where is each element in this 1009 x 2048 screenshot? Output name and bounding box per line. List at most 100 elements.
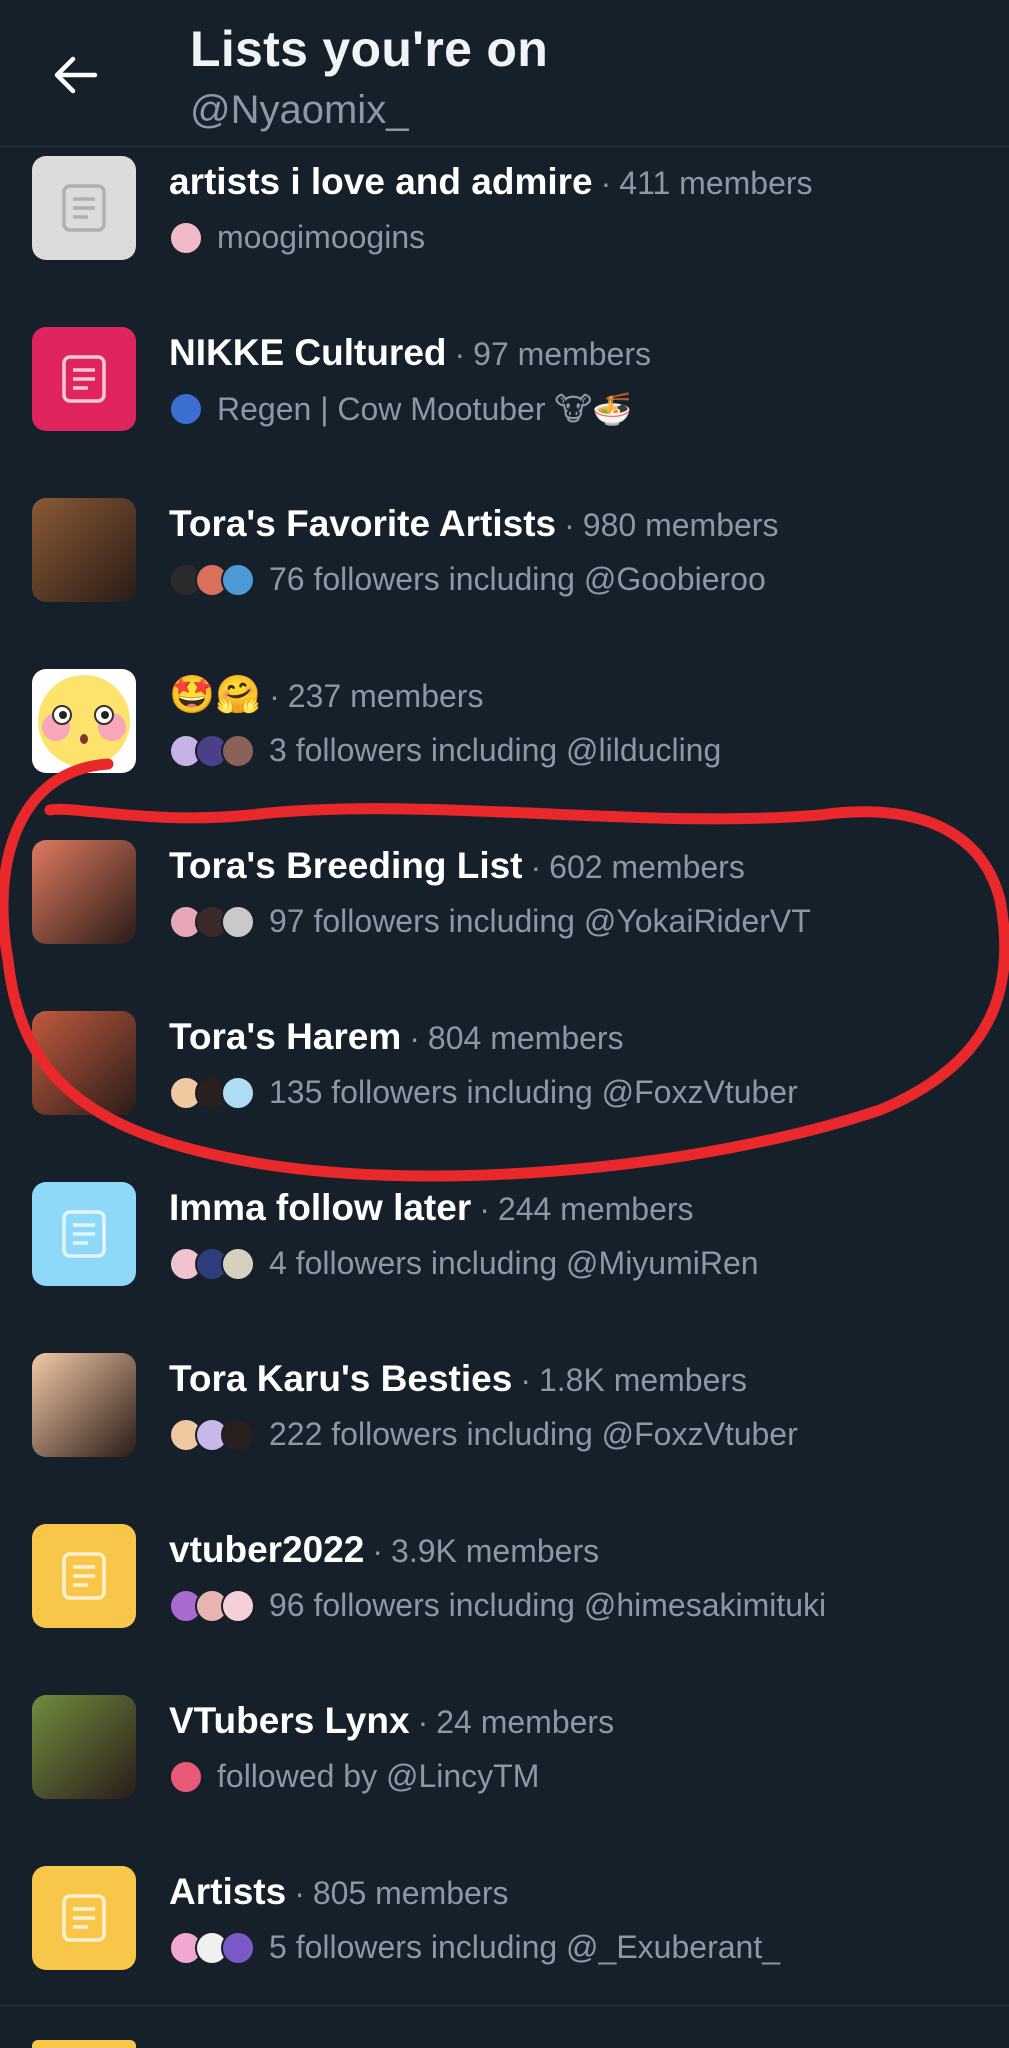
list-followers-line: moogimoogins xyxy=(169,219,425,256)
follower-avatars xyxy=(169,392,203,426)
member-count: 237 members xyxy=(287,678,484,714)
follower-avatars xyxy=(169,1930,255,1965)
list-item[interactable]: 🤩🤗 · 237 members 3 followers including @lil… xyxy=(0,660,1009,831)
page-title: Lists you're on xyxy=(190,21,549,77)
list-followers-line: 76 followers including @Goobieroo xyxy=(169,561,766,598)
list-followers-line: 96 followers including @himesakimituki xyxy=(169,1587,826,1624)
list-title-line: Tora Karu's Besties · 1.8K members xyxy=(169,1358,747,1400)
list-item[interactable]: Tora Karu's Besties · 1.8K members 222 foll… xyxy=(0,1344,1009,1515)
followers-text: 3 followers including @lilducling xyxy=(269,732,722,768)
dot-separator: · xyxy=(564,507,575,543)
dot-separator: · xyxy=(417,1704,429,1740)
dot-separator: · xyxy=(520,1362,531,1398)
member-count: 804 members xyxy=(427,1020,624,1056)
member-count: 602 members xyxy=(549,849,745,885)
list-thumbnail xyxy=(32,327,136,431)
list-thumbnail xyxy=(32,1866,136,1970)
followers-text: followed by @LincyTM xyxy=(217,1758,540,1794)
followers-text: moogimoogins xyxy=(217,219,426,255)
dot-separator: · xyxy=(372,1533,384,1569)
avatar xyxy=(221,733,255,768)
list-name: VTubers Lynx xyxy=(169,1700,410,1741)
followers-text: 4 followers including @MiyumiRen xyxy=(269,1245,759,1281)
avatar xyxy=(169,1759,203,1794)
list-item[interactable]: artists i love and admire · 411 members moo… xyxy=(0,147,1009,318)
list-title-line: vtuber2022 · 3.9K members xyxy=(169,1529,599,1571)
followers-text: 97 followers including @YokaiRiderVT xyxy=(269,903,811,939)
list-title-line: Tora's Harem · 804 members xyxy=(169,1016,624,1058)
list-followers-line: 5 followers including @_Exuberant_ xyxy=(169,1929,780,1966)
list-followers-line: 135 followers including @FoxzVtuber xyxy=(169,1074,798,1111)
list-title-line: Imma follow later · 244 members xyxy=(169,1187,694,1229)
followers-text: 96 followers including @himesakimituki xyxy=(269,1587,827,1623)
list-item[interactable]: Tora's Favorite Artists · 980 members 76 fo… xyxy=(0,489,1009,660)
list-thumbnail xyxy=(32,1524,136,1628)
list-name: vtuber2022 xyxy=(169,1529,365,1570)
list-name: Tora Karu's Besties xyxy=(169,1358,513,1399)
blush-face-icon xyxy=(38,675,130,767)
follower-avatars xyxy=(169,1246,255,1281)
list-name: artists i love and admire xyxy=(169,161,593,202)
avatar xyxy=(221,562,255,597)
member-count: 1.8K members xyxy=(538,1362,748,1398)
follower-avatars xyxy=(169,1417,255,1452)
list-thumbnail xyxy=(32,156,136,260)
avatar xyxy=(221,1246,255,1281)
follower-avatars xyxy=(169,562,255,597)
list-title-line: Tora's Favorite Artists · 980 members xyxy=(169,503,778,545)
list-title-line: NIKKE Cultured · 97 members xyxy=(169,332,651,374)
list-title-line: artists i love and admire · 411 members xyxy=(169,161,813,203)
list-icon xyxy=(62,1210,106,1258)
list-name: NIKKE Cultured xyxy=(169,332,447,373)
list-followers-line: Regen | Cow Mootuber 🐮🍜 xyxy=(169,390,632,428)
dot-separator: · xyxy=(479,1191,490,1227)
list-followers-line: 97 followers including @YokaiRiderVT xyxy=(169,903,811,940)
list-name: Tora's Breeding List xyxy=(169,845,523,886)
list-followers-line: 4 followers including @MiyumiRen xyxy=(169,1245,759,1282)
dot-separator: · xyxy=(454,336,466,372)
list-name: Tora's Harem xyxy=(169,1016,402,1057)
list-followers-line: 222 followers including @FoxzVtuber xyxy=(169,1416,798,1453)
follower-avatars xyxy=(169,1588,255,1623)
dot-separator: · xyxy=(409,1020,420,1056)
followers-text: 222 followers including @FoxzVtuber xyxy=(269,1416,798,1452)
list-title-line: 🤩🤗 · 237 members xyxy=(169,674,483,717)
avatar xyxy=(221,1930,255,1965)
list-item[interactable]: vtuber2022 · 3.9K members 96 followers incl… xyxy=(0,1515,1009,1686)
arrow-left-icon xyxy=(54,56,98,94)
list-item[interactable]: Tora's Breeding List · 602 members 97 follo… xyxy=(0,831,1009,1002)
dot-separator: · xyxy=(600,165,612,201)
list-name: Imma follow later xyxy=(169,1187,472,1228)
follower-avatars xyxy=(169,904,255,939)
list-banner-image xyxy=(32,669,136,773)
follower-avatars xyxy=(169,220,203,255)
avatar xyxy=(221,1075,255,1110)
list-item[interactable]: NIKKE Cultured · 97 members Regen | Cow Moo… xyxy=(0,318,1009,489)
list-icon xyxy=(62,184,106,232)
list-name: 🤩🤗 xyxy=(169,674,262,715)
list-item[interactable]: Artists · 805 members 5 followers including… xyxy=(0,1857,1009,2028)
list-icon xyxy=(62,355,106,403)
list-name: Tora's Favorite Artists xyxy=(169,503,557,544)
list-title-line: Artists · 805 members xyxy=(169,1871,509,1913)
list-title-line: Tora's Breeding List · 602 members xyxy=(169,845,745,887)
followers-text: 5 followers including @_Exuberant_ xyxy=(269,1929,780,1965)
list-thumbnail xyxy=(32,1182,136,1286)
followers-text: 76 followers including @Goobieroo xyxy=(269,561,766,597)
dot-separator: · xyxy=(530,849,542,885)
followers-text: 135 followers including @FoxzVtuber xyxy=(269,1074,798,1110)
list-banner-image xyxy=(32,840,136,944)
followers-text: Regen | Cow Mootuber 🐮🍜 xyxy=(217,391,633,427)
list-item[interactable]: Imma follow later · 244 members 4 followers… xyxy=(0,1173,1009,1344)
list-icon xyxy=(62,1894,106,1942)
top-bar: Lists you're on @Nyaomix_ xyxy=(0,0,1009,147)
avatar xyxy=(169,220,203,255)
back-button[interactable] xyxy=(40,45,110,105)
list-item[interactable]: Tora's Harem · 804 members 135 followers in… xyxy=(0,1002,1009,1173)
member-count: 24 members xyxy=(436,1704,615,1740)
member-count: 411 members xyxy=(619,165,813,201)
page-subtitle-handle: @Nyaomix_ xyxy=(190,88,409,132)
list-item[interactable]: VTubers Lynx · 24 members followed by @Linc… xyxy=(0,1686,1009,1857)
list-end-divider xyxy=(0,2005,1009,2006)
list-name: Artists xyxy=(169,1871,287,1912)
